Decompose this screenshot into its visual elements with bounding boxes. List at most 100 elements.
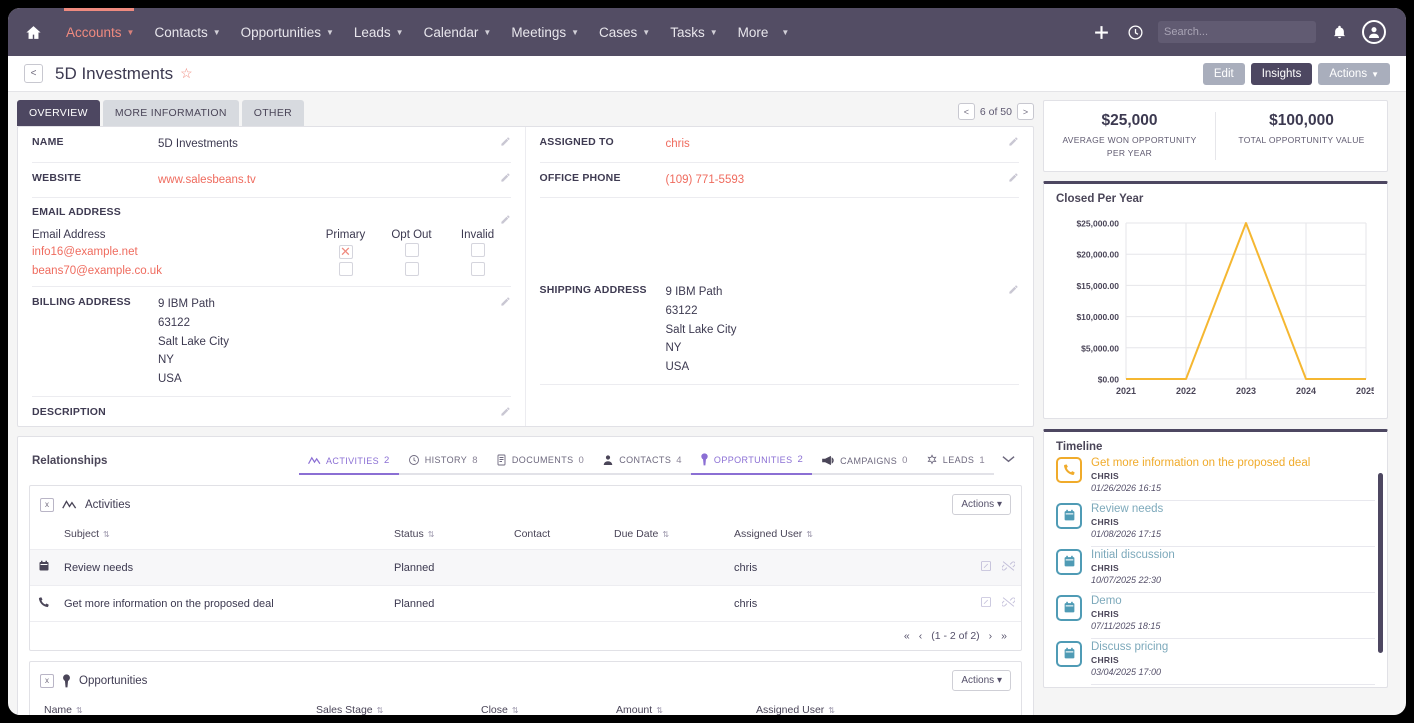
edit-row-icon[interactable] [980, 599, 992, 611]
tab-other[interactable]: OTHER [242, 100, 304, 126]
user-avatar[interactable] [1362, 20, 1386, 44]
actions-button[interactable]: Actions▼ [1318, 63, 1390, 85]
opportunities-col-sales-stage[interactable]: Sales Stage⇅ [310, 699, 475, 715]
email-primary-cell: ✕ [313, 242, 379, 261]
opportunities-subpanel-title: Opportunities [79, 675, 147, 687]
opportunities-col-name[interactable]: Name⇅ [30, 699, 310, 715]
relationships-expand-chevron-icon[interactable] [994, 446, 1019, 475]
search-box[interactable] [1158, 21, 1316, 43]
timeline-item-title[interactable]: Review needs [1091, 503, 1375, 515]
insights-button[interactable]: Insights [1251, 63, 1313, 85]
rel-tab-leads[interactable]: LEADS 1 [917, 450, 994, 475]
invalid-checkbox[interactable] [471, 243, 485, 257]
notifications-bell-icon[interactable] [1328, 21, 1350, 43]
email-address-value[interactable]: info16@example.net [32, 242, 313, 261]
recent-history-icon[interactable] [1124, 21, 1146, 43]
pagination-next[interactable]: › [989, 630, 993, 642]
calendar-icon [38, 560, 50, 572]
pagination-prev[interactable]: ‹ [919, 630, 923, 642]
opportunities-actions-button[interactable]: Actions ▾ [952, 670, 1011, 691]
pagination-last[interactable]: » [1001, 630, 1007, 642]
timeline-item-user: CHRIS [1091, 471, 1375, 481]
favorite-star-icon[interactable]: ☆ [180, 65, 193, 82]
record-pager-next[interactable]: > [1017, 103, 1034, 120]
edit-pencil-icon[interactable] [500, 134, 511, 152]
opportunities-col-close[interactable]: Close⇅ [475, 699, 610, 715]
nav-item-opportunities[interactable]: Opportunities▼ [231, 19, 344, 46]
timeline-item-title[interactable]: Discuss pricing [1091, 641, 1375, 653]
sort-icon: ⇅ [377, 706, 384, 715]
rel-tab-activities[interactable]: ACTIVITIES 2 [299, 451, 399, 475]
optout-checkbox[interactable] [405, 262, 419, 276]
calendar-icon [1063, 601, 1076, 614]
nav-item-more[interactable]: More▼ [728, 19, 800, 46]
home-icon[interactable] [22, 21, 44, 43]
timeline-list[interactable]: Get more information on the proposed dea… [1044, 455, 1387, 687]
nav-item-calendar[interactable]: Calendar▼ [414, 19, 502, 46]
activities-col-status[interactable]: Status⇅ [388, 523, 508, 550]
activity-assigned-user[interactable]: chris [728, 586, 888, 622]
record-pager-prev[interactable]: < [958, 103, 975, 120]
opportunities-col-assigned-user[interactable]: Assigned User⇅ [750, 699, 910, 715]
email-address-value[interactable]: beans70@example.co.uk [32, 261, 313, 280]
rel-tab-opportunities[interactable]: OPPORTUNITIES 2 [691, 449, 812, 475]
activities-col-due-date[interactable]: Due Date⇅ [608, 523, 728, 550]
optout-checkbox[interactable] [405, 243, 419, 257]
pagination-first[interactable]: « [904, 630, 910, 642]
edit-button[interactable]: Edit [1203, 63, 1245, 85]
activity-subject[interactable]: Review needs [58, 550, 388, 586]
timeline-icon-wrap [1056, 641, 1082, 667]
primary-checkbox-checked[interactable]: ✕ [339, 245, 353, 259]
activities-col-contact: Contact [508, 523, 608, 550]
edit-pencil-icon[interactable] [1008, 282, 1019, 300]
nav-item-tasks[interactable]: Tasks▼ [660, 19, 727, 46]
tab-more-information[interactable]: MORE INFORMATION [103, 100, 239, 126]
timeline-scrollbar[interactable] [1378, 473, 1383, 653]
add-icon[interactable] [1090, 21, 1112, 43]
timeline-body: Review needs CHRIS 01/08/2026 17:15 [1091, 503, 1375, 547]
nav-item-accounts[interactable]: Accounts▼ [56, 19, 144, 46]
rel-tab-campaigns[interactable]: CAMPAIGNS 0 [812, 451, 917, 475]
timeline-icon-wrap [1056, 549, 1082, 575]
field-label-name: NAME [32, 135, 158, 148]
activities-close-button[interactable]: x [40, 498, 54, 512]
rel-tab-documents[interactable]: DOCUMENTS 0 [487, 450, 593, 475]
nav-item-meetings[interactable]: Meetings▼ [501, 19, 589, 46]
timeline-item-title[interactable]: Initial discussion [1091, 549, 1375, 561]
activity-subject[interactable]: Get more information on the proposed dea… [58, 586, 388, 622]
unlink-row-icon[interactable] [1002, 599, 1015, 611]
nav-item-cases[interactable]: Cases▼ [589, 19, 660, 46]
nav-item-leads[interactable]: Leads▼ [344, 19, 414, 46]
edit-pencil-icon[interactable] [1008, 170, 1019, 188]
invalid-checkbox[interactable] [471, 262, 485, 276]
field-value-website[interactable]: www.salesbeans.tv [158, 171, 511, 190]
unlink-row-icon[interactable] [1002, 563, 1015, 575]
timeline-item-title[interactable]: Demo [1091, 595, 1375, 607]
activity-assigned-user[interactable]: chris [728, 550, 888, 586]
tab-overview[interactable]: OVERVIEW [17, 100, 100, 126]
opportunities-col-amount[interactable]: Amount⇅ [610, 699, 750, 715]
rel-tab-contacts[interactable]: CONTACTS 4 [593, 450, 691, 475]
back-button[interactable]: < [24, 64, 43, 83]
field-value-assigned-to[interactable]: chris [666, 135, 1020, 154]
search-input[interactable] [1164, 26, 1306, 38]
nav-item-contacts[interactable]: Contacts▼ [144, 19, 230, 46]
edit-pencil-icon[interactable] [1008, 134, 1019, 152]
timeline-item-title[interactable]: Get more information on the proposed dea… [1091, 457, 1375, 469]
timeline-item-user: CHRIS [1091, 609, 1375, 619]
field-value-office-phone[interactable]: (109) 771-5593 [666, 171, 1020, 190]
rel-tab-history[interactable]: HISTORY 8 [399, 450, 487, 475]
opportunities-close-button[interactable]: x [40, 674, 54, 688]
edit-row-icon[interactable] [980, 563, 992, 575]
activities-col-assigned-user[interactable]: Assigned User⇅ [728, 523, 888, 550]
edit-pencil-icon[interactable] [500, 212, 511, 230]
edit-pencil-icon[interactable] [500, 404, 511, 422]
rel-tab-count: 8 [472, 455, 478, 466]
edit-pencil-icon[interactable] [500, 294, 511, 312]
record-header-actions: Edit Insights Actions▼ [1203, 63, 1390, 85]
primary-checkbox[interactable] [339, 262, 353, 276]
edit-pencil-icon[interactable] [500, 170, 511, 188]
activities-actions-button[interactable]: Actions ▾ [952, 494, 1011, 515]
activity-due-date [608, 586, 728, 622]
activities-col-subject[interactable]: Subject⇅ [58, 523, 388, 550]
